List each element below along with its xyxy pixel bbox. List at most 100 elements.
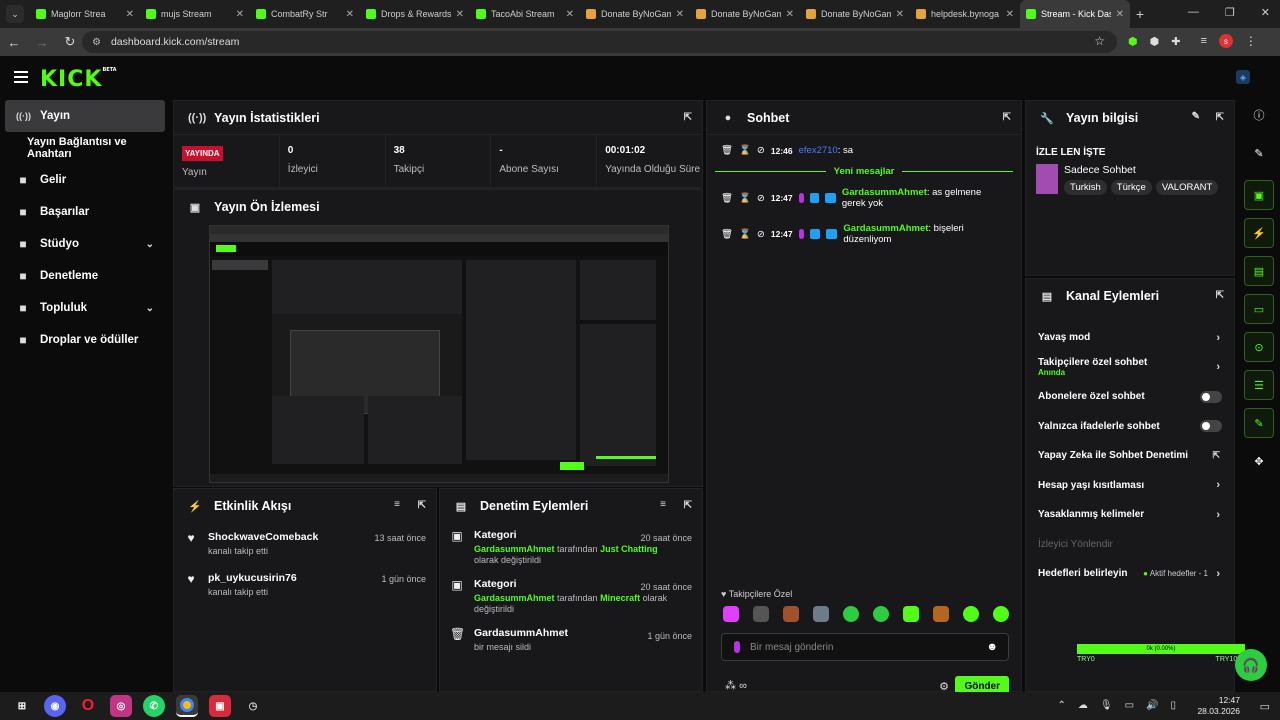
stream-preview-video[interactable] [209, 225, 669, 483]
tab-close-icon[interactable]: ✕ [1116, 9, 1124, 20]
popout-icon[interactable]: ⇱ [1003, 112, 1011, 123]
sidebar-item[interactable]: ■ Denetleme [0, 260, 170, 292]
close-window-icon[interactable]: ✕ [1261, 6, 1270, 19]
banned-words-action[interactable]: Yasaklanmış kelimeler › [1026, 500, 1234, 530]
tag-pill[interactable]: VALORANT [1155, 180, 1219, 195]
chat-message[interactable]: 🗑 ⌛ ⊘ 12:47 GardasummAhmet: bişeleri düz… [707, 219, 1021, 249]
tag-pill[interactable]: Turkish [1064, 180, 1107, 195]
reading-list-icon[interactable]: ≡ [1200, 35, 1206, 47]
slow-mode-action[interactable]: Yavaş mod › [1026, 323, 1234, 353]
sidebar-item[interactable]: ■ Başarılar [0, 196, 170, 228]
browser-menu-icon[interactable]: ⋮ [1245, 34, 1257, 48]
restore-icon[interactable]: ❐ [1225, 6, 1235, 19]
volume-icon[interactable]: 🔊 [1146, 700, 1158, 711]
subs-only-toggle[interactable] [1200, 390, 1222, 403]
user-avatar[interactable]: ◈ [1236, 70, 1250, 84]
emote-only-toggle[interactable] [1200, 420, 1222, 433]
browser-tab[interactable]: Donate ByNoGam ✕ [690, 0, 800, 28]
sidebar-item[interactable]: ((·)) Yayın [5, 100, 165, 132]
account-age-action[interactable]: Hesap yaşı kısıtlaması › [1026, 471, 1234, 501]
back-icon[interactable]: ← [0, 35, 28, 50]
chat-icon[interactable]: ▭ [1244, 294, 1274, 324]
sidebar-item[interactable]: Yayın Bağlantısı ve Anahtarı [0, 132, 170, 164]
bookmark-star-icon[interactable]: ☆ [1094, 34, 1105, 48]
emote-icon[interactable] [873, 606, 889, 622]
document-icon[interactable]: ▤ [1244, 256, 1274, 286]
wrench-icon[interactable]: ✎ [1244, 408, 1274, 438]
edit-icon[interactable]: ✎ [1192, 111, 1200, 122]
microphone-icon[interactable]: 🎙 [1100, 700, 1113, 711]
subs-only-action[interactable]: Abonelere özel sohbet [1026, 382, 1234, 412]
taskbar-clock[interactable]: 12:47 28.03.2026 [1197, 695, 1240, 717]
popout-icon[interactable]: ⇱ [1216, 290, 1224, 301]
popout-icon[interactable]: ⇱ [684, 500, 692, 511]
browser-tab[interactable]: helpdesk.bynoga ✕ [910, 0, 1020, 28]
popout-icon[interactable]: ⇱ [1216, 112, 1224, 123]
activity-user[interactable]: ShockwaveComeback [208, 531, 318, 543]
emote-icon[interactable] [933, 606, 949, 622]
cloud-icon[interactable]: ☁ [1078, 700, 1088, 711]
delete-icon[interactable]: 🗑 [721, 145, 733, 156]
emote-icon[interactable] [753, 606, 769, 622]
emote-icon[interactable] [723, 606, 739, 622]
tab-close-icon[interactable]: ✕ [1006, 9, 1014, 20]
url-bar[interactable]: ⚙ dashboard.kick.com/stream ☆ [82, 31, 1117, 53]
chrome-icon[interactable] [176, 695, 198, 717]
browser-tab[interactable]: Maglorr Strea ✕ [30, 0, 140, 28]
ai-moderation-action[interactable]: Yapay Zeka ile Sohbet Denetimi ⇱ [1026, 441, 1234, 471]
chat-message[interactable]: 🗑 ⌛ ⊘ 12:47 GardasummAhmet: as gelmene g… [707, 183, 1021, 213]
emote-icon[interactable] [783, 606, 799, 622]
timeout-icon[interactable]: ⌛ [739, 193, 751, 204]
browser-tab[interactable]: mujs Stream ✕ [140, 0, 250, 28]
reload-icon[interactable]: ↻ [56, 34, 84, 50]
edit-icon[interactable]: ✎ [1244, 138, 1274, 168]
site-info-icon[interactable]: ⚙ [92, 37, 101, 48]
browser-tab[interactable]: Donate ByNoGam ✕ [580, 0, 690, 28]
popout-icon[interactable]: ⇱ [418, 500, 426, 511]
tag-pill[interactable]: Türkçe [1110, 180, 1152, 195]
extensions-puzzle-icon[interactable]: ✚ [1171, 35, 1180, 48]
notifications-icon[interactable]: ▭ [1260, 700, 1270, 713]
minimize-icon[interactable]: — [1188, 6, 1199, 19]
moderation-user[interactable]: GardasummAhmet [474, 544, 555, 554]
tab-close-icon[interactable]: ✕ [786, 9, 794, 20]
instagram-icon[interactable]: ◎ [110, 695, 132, 717]
ban-icon[interactable]: ⊘ [757, 145, 765, 156]
windows-start-icon[interactable]: ⊞ [11, 695, 33, 717]
tray-chevron-icon[interactable]: ⌃ [1057, 700, 1065, 711]
goals-action[interactable]: Hedefleri belirleyin ● Aktif hedefler - … [1026, 559, 1234, 589]
kick-logo[interactable]: KICKBETA [40, 67, 117, 92]
mic-icon[interactable] [734, 641, 740, 653]
browser-tab[interactable]: TacoAbi Stream ✕ [470, 0, 580, 28]
emote-icon[interactable] [843, 606, 859, 622]
timeout-icon[interactable]: ⌛ [739, 145, 751, 156]
forward-icon[interactable]: → [28, 35, 56, 50]
tab-close-icon[interactable]: ✕ [456, 9, 464, 20]
emote-only-action[interactable]: Yalnızca ifadelerle sohbet [1026, 412, 1234, 442]
broadcast-icon[interactable]: ⊙ [1244, 332, 1274, 362]
filter-icon[interactable]: ≡ [394, 499, 400, 510]
browser-tab[interactable]: CombatRy Str ✕ [250, 0, 360, 28]
extension-shield-icon[interactable]: ⬢ [1128, 35, 1138, 48]
move-icon[interactable]: ✥ [1244, 446, 1274, 476]
whatsapp-icon[interactable]: ✆ [143, 695, 165, 717]
sidebar-item[interactable]: ■ Topluluk ⌄ [0, 292, 170, 324]
moderation-icon[interactable]: ☰ [1244, 370, 1274, 400]
clock-app-icon[interactable]: ◷ [242, 695, 264, 717]
filter-icon[interactable]: ≡ [660, 499, 666, 510]
menu-icon[interactable] [14, 71, 28, 86]
support-chat-button[interactable]: 🎧 [1235, 649, 1267, 681]
activity-user[interactable]: pk_uykucusirin76 [208, 572, 297, 584]
tab-close-icon[interactable]: ✕ [896, 9, 904, 20]
emoji-icon[interactable]: ☻ [986, 641, 998, 653]
tab-close-icon[interactable]: ✕ [676, 9, 684, 20]
points-icon[interactable]: ⁂ [725, 680, 736, 692]
message-user[interactable]: GardasummAhmet [842, 187, 927, 198]
popout-icon[interactable]: ⇱ [684, 112, 692, 123]
frame-icon[interactable]: ▣ [1244, 180, 1274, 210]
message-user[interactable]: efex2710 [799, 145, 838, 156]
browser-tab[interactable]: Donate ByNoGam ✕ [800, 0, 910, 28]
tab-close-icon[interactable]: ✕ [346, 9, 354, 20]
sidebar-item[interactable]: ■ Droplar ve ödüller [0, 324, 170, 356]
delete-icon[interactable]: 🗑 [721, 229, 733, 240]
